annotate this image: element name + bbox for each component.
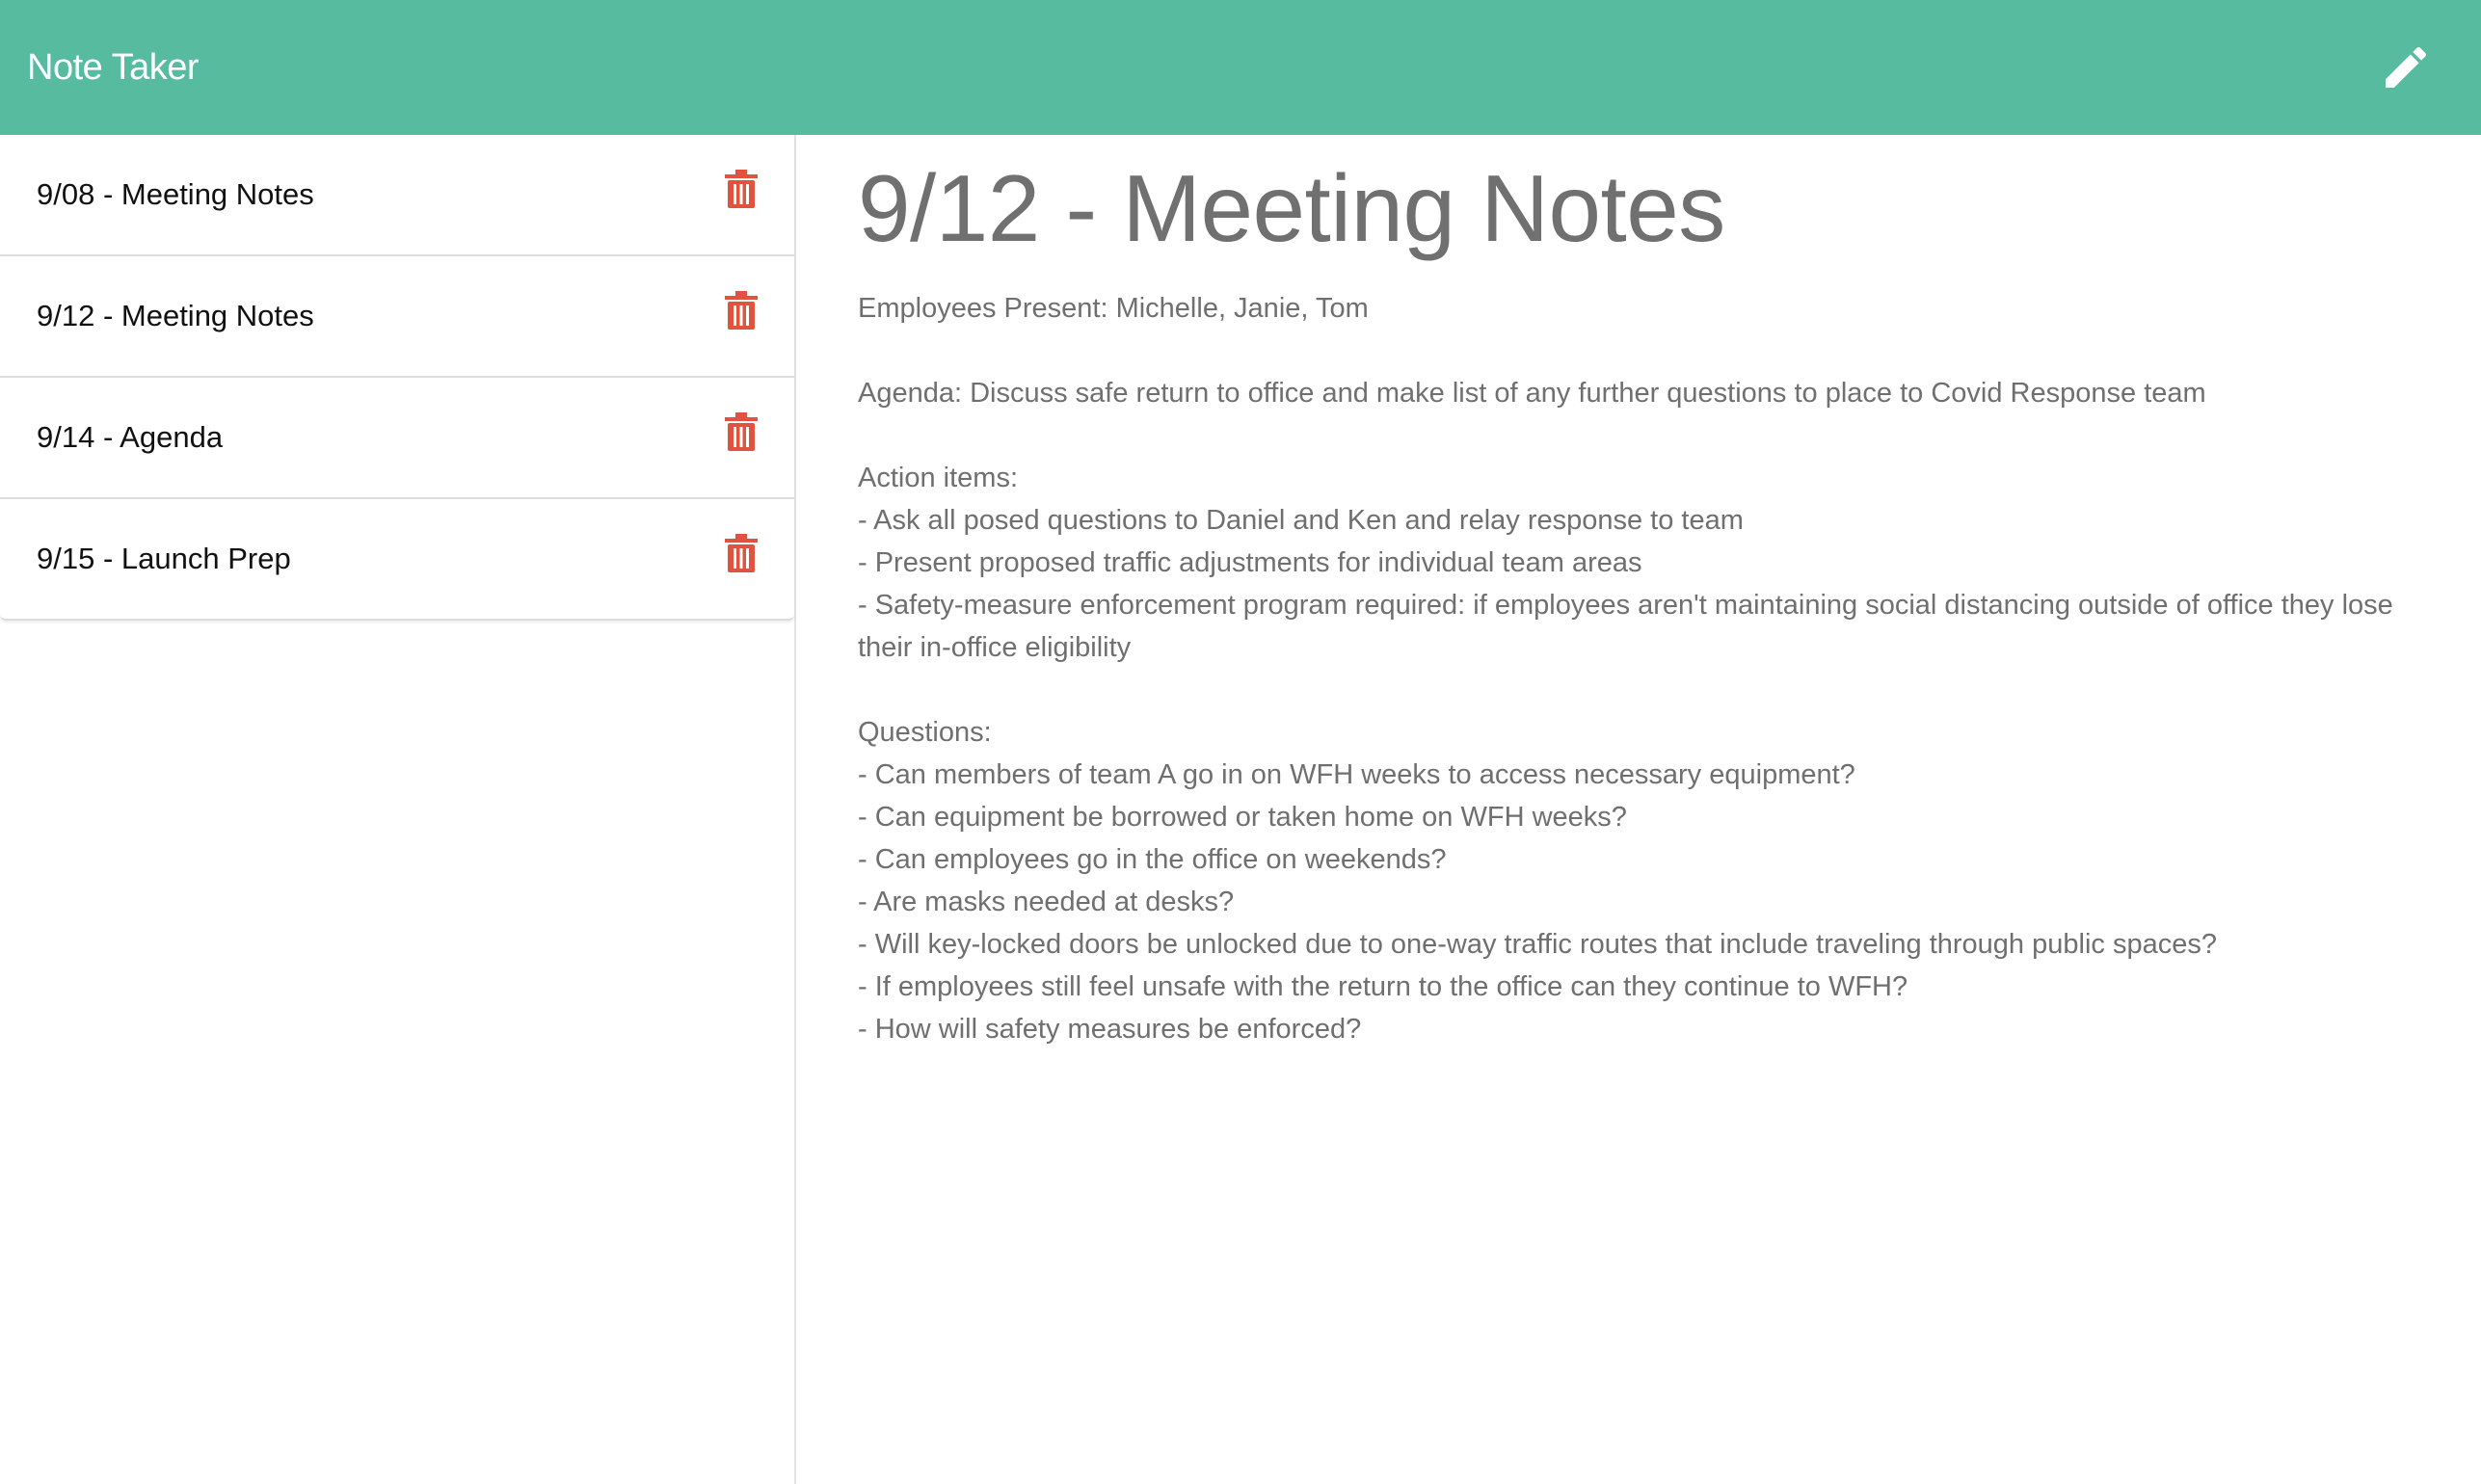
navbar: Note Taker — [0, 0, 2481, 135]
note-sidebar: 9/08 - Meeting Notes 9/12 - Meeting Note… — [0, 135, 796, 1484]
note-list: 9/08 - Meeting Notes 9/12 - Meeting Note… — [0, 135, 794, 621]
trash-icon[interactable] — [725, 170, 758, 208]
new-note-button[interactable] — [2371, 35, 2441, 100]
note-editor: 9/12 - Meeting Notes Employees Present: … — [796, 135, 2481, 1484]
trash-icon[interactable] — [725, 534, 758, 572]
pencil-icon — [2386, 46, 2427, 88]
app-title[interactable]: Note Taker — [27, 0, 200, 135]
note-text-area[interactable]: Employees Present: Michelle, Janie, Tom … — [858, 287, 2419, 1050]
note-title-input[interactable]: 9/12 - Meeting Notes — [858, 154, 1725, 263]
note-list-item-title: 9/15 - Launch Prep — [37, 542, 291, 575]
note-list-item[interactable]: 9/08 - Meeting Notes — [0, 135, 794, 254]
note-list-item-title: 9/12 - Meeting Notes — [37, 299, 314, 332]
note-list-item[interactable]: 9/14 - Agenda — [0, 376, 794, 497]
note-list-item[interactable]: 9/12 - Meeting Notes — [0, 254, 794, 376]
note-list-item-title: 9/08 - Meeting Notes — [37, 177, 314, 211]
note-list-item-title: 9/14 - Agenda — [37, 420, 224, 454]
note-list-item[interactable]: 9/15 - Launch Prep — [0, 497, 794, 619]
trash-icon[interactable] — [725, 412, 758, 451]
trash-icon[interactable] — [725, 291, 758, 330]
